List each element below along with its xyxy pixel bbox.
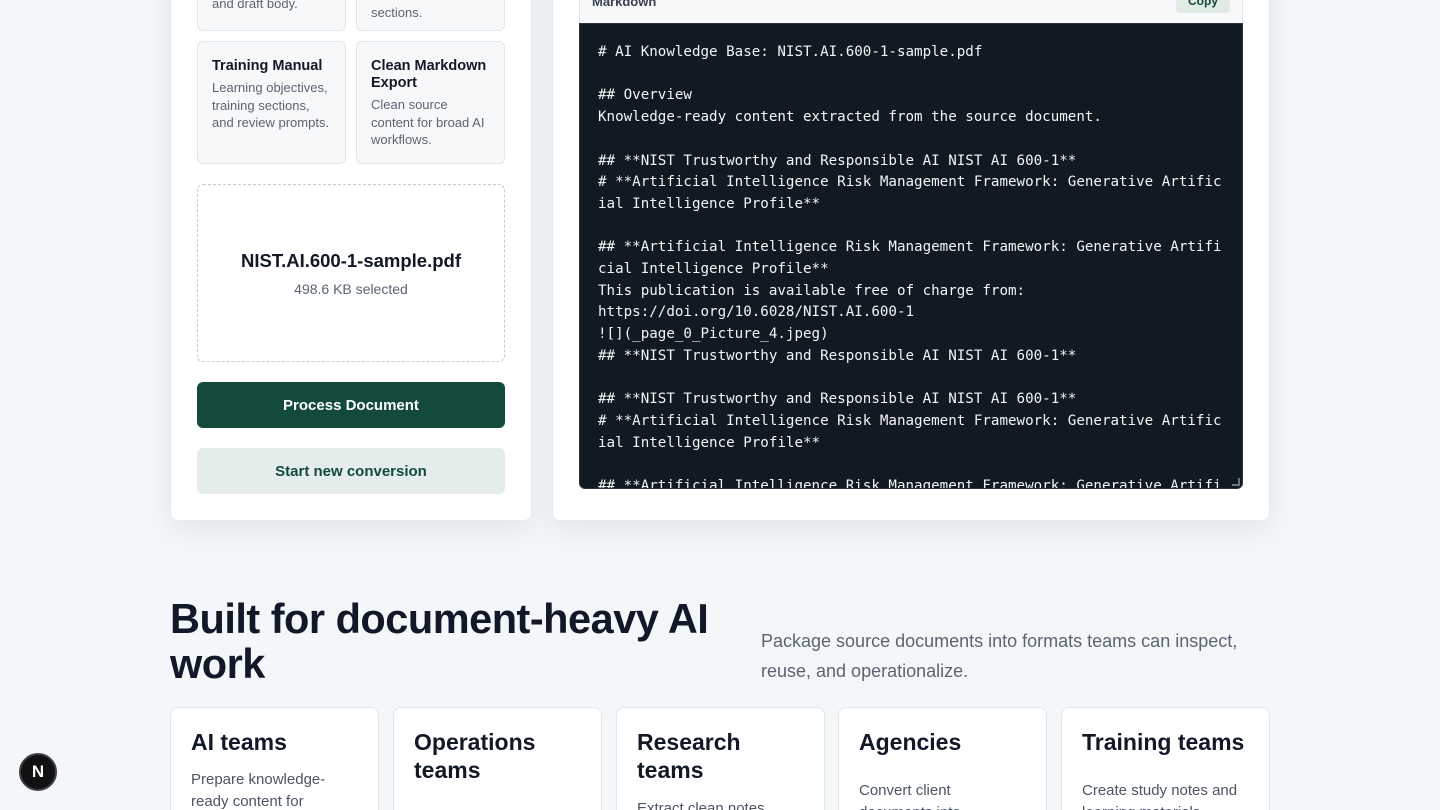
selected-file-name: NIST.AI.600-1-sample.pdf (240, 250, 461, 271)
copy-button[interactable]: Copy (1176, 0, 1230, 13)
team-card-operations: Operations teams (393, 707, 602, 810)
nextjs-dev-indicator-icon[interactable]: N (19, 753, 57, 791)
format-card-desc: Learning objectives, training sections, … (212, 80, 330, 130)
format-card-clean-markdown[interactable]: Clean Markdown Export Clean source conte… (356, 41, 505, 164)
team-card-desc: Prepare knowledge-ready content for (191, 771, 326, 810)
resize-handle[interactable] (1232, 478, 1240, 486)
markdown-output[interactable]: # AI Knowledge Base: NIST.AI.600-1-sampl… (579, 23, 1243, 489)
team-card-desc: Convert client documents into deliverabl… (859, 782, 961, 810)
file-drop-zone[interactable]: NIST.AI.600-1-sample.pdf 498.6 KB select… (197, 184, 505, 362)
format-card-structured[interactable]: sections. (356, 0, 505, 31)
section-subtitle: Package source documents into formats te… (761, 631, 1238, 681)
markdown-output-text: # AI Knowledge Base: NIST.AI.600-1-sampl… (598, 44, 1222, 489)
preview-header: Markdown Copy (579, 0, 1243, 23)
format-card-desc: and draft body. (212, 0, 298, 11)
team-card-desc: Extract clean notes, (637, 800, 769, 810)
section-heading: Built for document-heavy AI work (170, 595, 709, 687)
format-card-title: Training Manual (212, 58, 323, 74)
team-card-agencies: Agencies Convert client documents into d… (838, 707, 1047, 810)
team-card-title: Agencies (859, 729, 962, 755)
team-card-research: Research teams Extract clean notes, (616, 707, 825, 810)
format-card-training-manual[interactable]: Training Manual Learning objectives, tra… (197, 41, 346, 164)
preview-format-label: Markdown (592, 0, 657, 9)
team-card-desc: Create study notes and learning material… (1082, 782, 1238, 810)
format-card-blog[interactable]: and draft body. (197, 0, 346, 31)
team-card-title: Research teams (637, 729, 741, 783)
format-card-desc: sections. (371, 5, 423, 20)
team-card-title: Training teams (1082, 729, 1245, 755)
format-card-desc: Clean source content for broad AI workfl… (371, 97, 485, 147)
team-card-title: AI teams (191, 729, 287, 755)
team-card-ai: AI teams Prepare knowledge-ready content… (170, 707, 379, 810)
start-new-conversion-button[interactable]: Start new conversion (197, 448, 505, 494)
team-card-title: Operations teams (414, 729, 536, 783)
selected-file-size: 498.6 KB selected (294, 281, 408, 297)
process-document-button[interactable]: Process Document (197, 382, 505, 428)
team-card-training: Training teams Create study notes and le… (1061, 707, 1270, 810)
format-card-title: Clean Markdown Export (371, 58, 487, 91)
